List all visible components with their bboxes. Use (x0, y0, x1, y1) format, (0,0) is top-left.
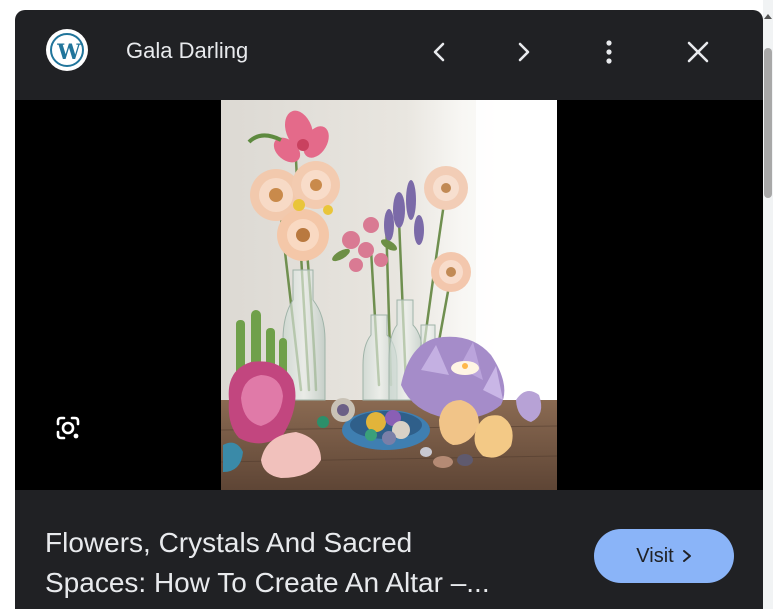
wordpress-logo-icon: W (50, 33, 84, 67)
google-lens-icon (56, 416, 80, 440)
result-footer: Flowers, Crystals And Sacred Spaces: How… (15, 490, 763, 609)
visit-button-label: Visit (636, 544, 674, 567)
more-options-button[interactable] (587, 30, 631, 74)
image-viewer (15, 100, 763, 490)
site-favicon[interactable]: W (46, 29, 88, 71)
page-scrollbar-thumb[interactable] (764, 48, 772, 198)
chevron-right-icon (682, 550, 691, 562)
google-lens-button[interactable] (46, 406, 90, 450)
more-vert-icon (606, 40, 612, 64)
close-button[interactable] (676, 30, 720, 74)
result-title-line-1[interactable]: Flowers, Crystals And Sacred (45, 525, 412, 561)
scroll-up-arrow-icon[interactable] (764, 14, 772, 19)
previous-result-button[interactable] (418, 30, 462, 74)
result-title-line-2[interactable]: Spaces: How To Create An Altar –... (45, 565, 490, 601)
favicon-letter: W (57, 39, 81, 64)
chevron-right-icon (518, 42, 530, 62)
preview-photo[interactable] (221, 100, 557, 490)
next-result-button[interactable] (501, 30, 545, 74)
preview-header: W Gala Darling (15, 10, 763, 100)
chevron-left-icon (433, 42, 445, 62)
visit-button[interactable]: Visit (594, 529, 734, 583)
image-preview-panel: W Gala Darling Flowers, Crystals And Sac… (15, 10, 763, 609)
close-icon (687, 41, 709, 63)
site-name[interactable]: Gala Darling (126, 37, 248, 65)
flowers-crystals-altar-photo (221, 100, 557, 490)
